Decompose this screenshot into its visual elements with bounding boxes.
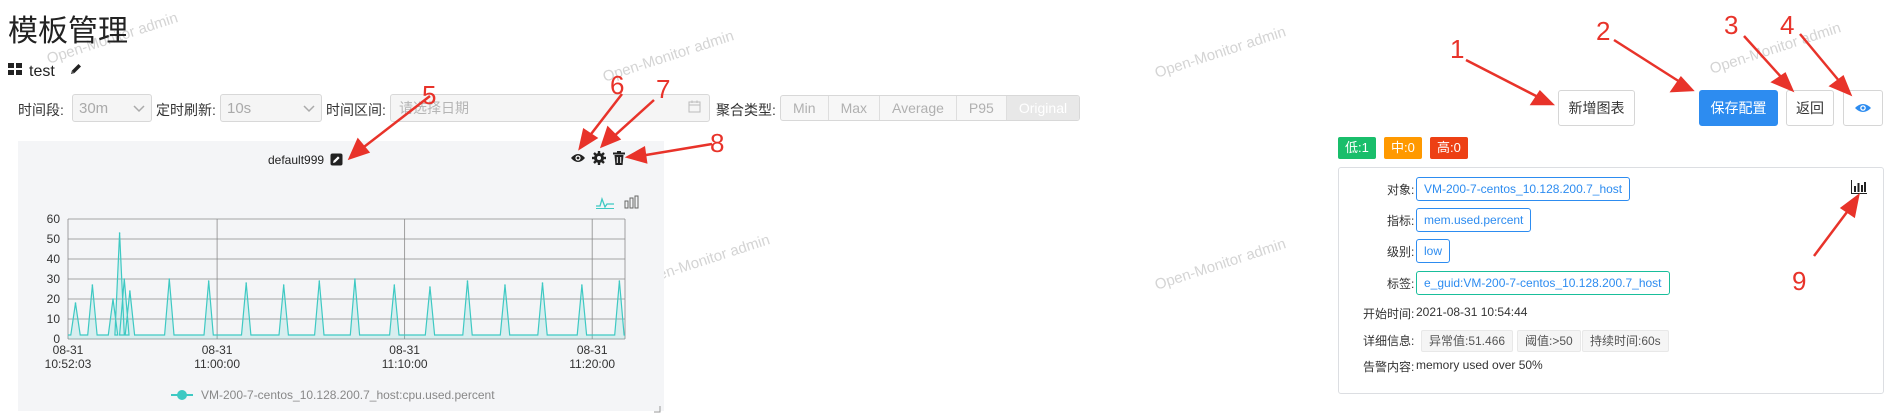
annotation-1: 1 — [1450, 34, 1465, 64]
annotation-arrows — [347, 33, 1860, 257]
annotation-2: 2 — [1596, 16, 1611, 46]
annotation-3: 3 — [1724, 10, 1739, 40]
annotation-8: 8 — [710, 128, 725, 158]
annotation-7: 7 — [656, 74, 671, 104]
annotation-9: 9 — [1792, 266, 1807, 296]
annotation-4: 4 — [1780, 10, 1795, 40]
annotation-5: 5 — [422, 80, 437, 110]
annotation-6: 6 — [610, 70, 625, 100]
